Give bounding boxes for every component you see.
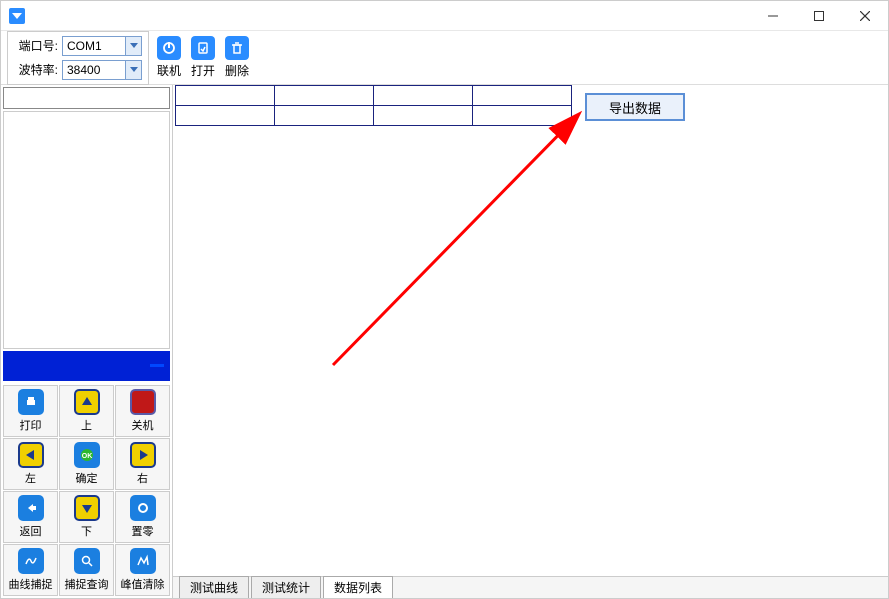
power-icon	[157, 36, 181, 60]
maximize-button[interactable]	[796, 1, 842, 31]
table-row	[176, 86, 572, 106]
tab-bar: 测试曲线 测试统计 数据列表	[173, 576, 888, 598]
capture-query-button[interactable]: 捕捉查询	[59, 544, 114, 596]
back-icon	[18, 495, 44, 521]
control-pad: 打印 上 关机 左 OK确定 右 返回 下 置零 曲线捕捉 捕捉查询 峰值清除	[1, 383, 172, 598]
toolbar-buttons: 联机 打开 删除	[157, 36, 249, 79]
arrow-right-icon	[130, 442, 156, 468]
chevron-down-icon	[125, 37, 141, 55]
ok-button[interactable]: OK确定	[59, 438, 114, 490]
print-button[interactable]: 打印	[3, 385, 58, 437]
right-button[interactable]: 右	[115, 438, 170, 490]
app-window: FNF 文件 403 KB 端口号: COM1 波特率:	[0, 0, 889, 599]
body-area: 打印 上 关机 左 OK确定 右 返回 下 置零 曲线捕捉 捕捉查询 峰值清除	[1, 85, 888, 598]
file-icon	[191, 36, 215, 60]
delete-button[interactable]: 删除	[225, 36, 249, 79]
tab-curve[interactable]: 测试曲线	[179, 576, 249, 598]
ok-icon: OK	[74, 442, 100, 468]
peak-clear-button[interactable]: 峰值清除	[115, 544, 170, 596]
sidebar: 打印 上 关机 左 OK确定 右 返回 下 置零 曲线捕捉 捕捉查询 峰值清除	[1, 85, 173, 598]
stop-icon	[130, 389, 156, 415]
baud-combo[interactable]: 38400	[62, 60, 142, 80]
shutdown-button[interactable]: 关机	[115, 385, 170, 437]
table-area: 导出数据	[173, 85, 888, 576]
side-search-input[interactable]	[3, 87, 170, 109]
arrow-up-icon	[74, 389, 100, 415]
port-label: 端口号:	[14, 37, 58, 54]
baud-value: 38400	[63, 63, 125, 77]
main-area: 导出数据 测试曲线 测试统计 数据列表	[173, 85, 888, 598]
connection-settings: 端口号: COM1 波特率: 38400	[7, 31, 149, 85]
toolbar: 端口号: COM1 波特率: 38400 联机 打开	[1, 31, 888, 85]
peak-icon	[130, 548, 156, 574]
minimize-button[interactable]	[750, 1, 796, 31]
left-button[interactable]: 左	[3, 438, 58, 490]
port-combo[interactable]: COM1	[62, 36, 142, 56]
status-bar	[3, 351, 170, 381]
svg-text:OK: OK	[81, 453, 92, 460]
down-button[interactable]: 下	[59, 491, 114, 543]
data-table	[175, 85, 572, 126]
open-label: 打开	[191, 62, 215, 79]
port-value: COM1	[63, 39, 125, 53]
close-button[interactable]	[842, 1, 888, 31]
table-row	[176, 106, 572, 126]
search-icon	[74, 548, 100, 574]
back-button[interactable]: 返回	[3, 491, 58, 543]
delete-label: 删除	[225, 62, 249, 79]
side-list[interactable]	[3, 111, 170, 349]
open-button[interactable]: 打开	[191, 36, 215, 79]
export-data-button[interactable]: 导出数据	[585, 93, 685, 121]
arrow-down-icon	[74, 495, 100, 521]
titlebar	[1, 1, 888, 31]
chevron-down-icon	[125, 61, 141, 79]
app-icon	[7, 6, 27, 26]
baud-label: 波特率:	[14, 61, 58, 78]
trash-icon	[225, 36, 249, 60]
up-button[interactable]: 上	[59, 385, 114, 437]
arrow-left-icon	[18, 442, 44, 468]
zero-button[interactable]: 置零	[115, 491, 170, 543]
curve-capture-button[interactable]: 曲线捕捉	[3, 544, 58, 596]
connect-label: 联机	[157, 62, 181, 79]
tab-stats[interactable]: 测试统计	[251, 576, 321, 598]
connect-button[interactable]: 联机	[157, 36, 181, 79]
zero-icon	[130, 495, 156, 521]
tab-data-list[interactable]: 数据列表	[323, 576, 393, 598]
annotation-arrow	[173, 85, 873, 555]
printer-icon	[18, 389, 44, 415]
curve-icon	[18, 548, 44, 574]
